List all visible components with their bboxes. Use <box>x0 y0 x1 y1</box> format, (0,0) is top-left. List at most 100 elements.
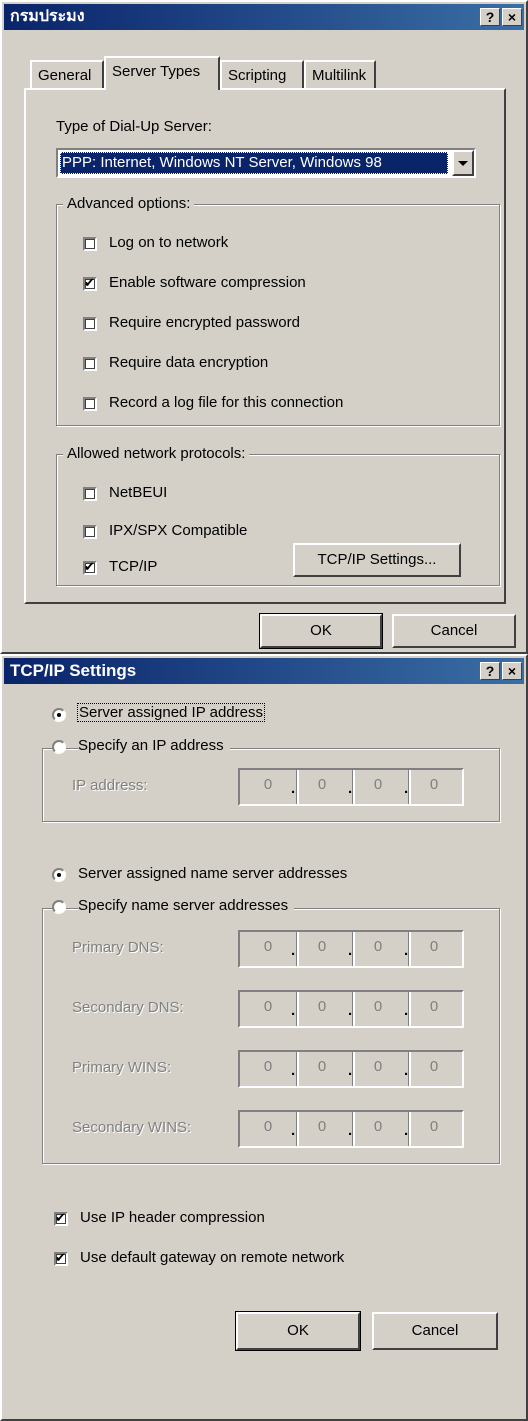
octet-dot: . <box>291 1122 296 1139</box>
specify-ns-radio[interactable] <box>52 900 66 914</box>
chevron-down-icon[interactable] <box>452 150 474 176</box>
secondary-wins-label: Secondary WINS: <box>72 1119 192 1136</box>
octet: 0 <box>373 1058 383 1075</box>
require-data-encryption-checkbox[interactable] <box>83 357 97 371</box>
octet-separator <box>408 932 411 966</box>
title-bar: กรมประมง ? × <box>4 4 524 30</box>
tab-scripting[interactable]: Scripting <box>220 60 304 90</box>
specify-ip-radio[interactable] <box>52 740 66 754</box>
octet: 0 <box>429 776 439 793</box>
cancel-button[interactable]: Cancel <box>392 614 516 648</box>
octet-separator <box>408 992 411 1026</box>
octet: 0 <box>263 1058 273 1075</box>
octet: 0 <box>317 1058 327 1075</box>
advanced-options-group: Advanced options: Log on to network Enab… <box>56 195 500 426</box>
octet-dot: . <box>291 942 296 959</box>
specify-ns-label: Specify name server addresses <box>78 897 295 914</box>
octet: 0 <box>429 1058 439 1075</box>
server-assigned-ip-label: Server assigned IP address <box>77 703 265 722</box>
require-encrypted-password-label: Require encrypted password <box>109 314 300 331</box>
ok-button[interactable]: OK <box>235 1311 361 1351</box>
octet: 0 <box>373 998 383 1015</box>
octet-separator <box>408 1112 411 1146</box>
tcpip-checkbox[interactable] <box>83 559 97 575</box>
server-assigned-ip-radio[interactable] <box>52 708 66 722</box>
close-button[interactable]: × <box>502 662 522 680</box>
primary-wins-field[interactable]: 0 . 0 . 0 . 0 <box>238 1050 464 1088</box>
octet: 0 <box>429 938 439 955</box>
tab-panel: Type of Dial-Up Server: PPP: Internet, W… <box>24 88 506 604</box>
network-protocols-group: Allowed network protocols: NetBEUI IPX/S… <box>56 445 500 586</box>
octet: 0 <box>317 998 327 1015</box>
octet-separator <box>352 992 355 1026</box>
record-log-file-checkbox[interactable] <box>83 397 97 411</box>
tcpip-settings-dialog: TCP/IP Settings ? × Server assigned IP a… <box>0 654 528 1421</box>
primary-wins-label: Primary WINS: <box>72 1059 172 1076</box>
primary-dns-label: Primary DNS: <box>72 939 164 956</box>
record-log-file-label: Record a log file for this connection <box>109 394 344 411</box>
octet: 0 <box>373 776 383 793</box>
secondary-dns-field[interactable]: 0 . 0 . 0 . 0 <box>238 990 464 1028</box>
octet-separator <box>352 1112 355 1146</box>
server-type-dropdown[interactable]: PPP: Internet, Windows NT Server, Window… <box>56 148 476 178</box>
ip-address-label: IP address: <box>72 777 148 794</box>
octet-separator <box>296 1112 299 1146</box>
netbeui-label: NetBEUI <box>109 484 168 501</box>
octet-separator <box>408 1052 411 1086</box>
default-gateway-checkbox[interactable] <box>54 1250 68 1266</box>
protocols-title: Allowed network protocols: <box>63 445 250 462</box>
netbeui-checkbox[interactable] <box>83 487 97 501</box>
octet-separator <box>296 992 299 1026</box>
cancel-button[interactable]: Cancel <box>372 1312 498 1350</box>
require-encrypted-password-checkbox[interactable] <box>83 317 97 331</box>
server-assigned-ns-label: Server assigned name server addresses <box>78 865 348 882</box>
octet-separator <box>352 932 355 966</box>
ipx-spx-checkbox[interactable] <box>83 525 97 539</box>
ip-header-compression-label: Use IP header compression <box>80 1209 265 1226</box>
server-assigned-ns-radio[interactable] <box>52 868 66 882</box>
ok-button[interactable]: OK <box>259 613 383 649</box>
close-button[interactable]: × <box>502 8 522 26</box>
enable-compression-checkbox[interactable] <box>83 275 97 291</box>
octet-separator <box>296 1052 299 1086</box>
octet: 0 <box>317 776 327 793</box>
require-data-encryption-label: Require data encryption <box>109 354 269 371</box>
octet: 0 <box>429 1118 439 1135</box>
octet-dot: . <box>291 1062 296 1079</box>
server-type-value: PPP: Internet, Windows NT Server, Window… <box>60 152 448 174</box>
octet-dot: . <box>291 1002 296 1019</box>
help-button[interactable]: ? <box>480 662 500 680</box>
tab-multilink[interactable]: Multilink <box>304 60 376 90</box>
advanced-options-title: Advanced options: <box>63 195 195 212</box>
octet: 0 <box>317 938 327 955</box>
octet-separator <box>352 770 355 804</box>
octet: 0 <box>263 998 273 1015</box>
secondary-wins-field[interactable]: 0 . 0 . 0 . 0 <box>238 1110 464 1148</box>
title-bar: TCP/IP Settings ? × <box>4 658 524 684</box>
octet: 0 <box>429 998 439 1015</box>
tab-server-types[interactable]: Server Types <box>104 56 220 90</box>
dialup-properties-dialog: กรมประมง ? × General Server Types Script… <box>0 0 528 654</box>
octet-separator <box>352 1052 355 1086</box>
octet: 0 <box>373 1118 383 1135</box>
log-on-network-label: Log on to network <box>109 234 229 251</box>
enable-compression-label: Enable software compression <box>109 274 306 291</box>
specify-ip-label: Specify an IP address <box>78 737 230 754</box>
help-button[interactable]: ? <box>480 8 500 26</box>
octet-separator <box>296 770 299 804</box>
primary-dns-field[interactable]: 0 . 0 . 0 . 0 <box>238 930 464 968</box>
octet-separator <box>296 932 299 966</box>
default-gateway-label: Use default gateway on remote network <box>80 1249 345 1266</box>
log-on-network-checkbox[interactable] <box>83 237 97 251</box>
octet: 0 <box>263 1118 273 1135</box>
octet-dot: . <box>291 780 296 797</box>
ip-header-compression-checkbox[interactable] <box>54 1210 68 1226</box>
octet: 0 <box>263 776 273 793</box>
dialog-title: TCP/IP Settings <box>10 661 137 680</box>
tcpip-settings-button[interactable]: TCP/IP Settings... <box>293 543 461 577</box>
tab-general[interactable]: General <box>30 60 104 90</box>
octet: 0 <box>373 938 383 955</box>
dialog-title: กรมประมง <box>10 8 85 25</box>
tcpip-label: TCP/IP <box>109 558 158 575</box>
ip-address-field[interactable]: 0 . 0 . 0 . 0 <box>238 768 464 806</box>
